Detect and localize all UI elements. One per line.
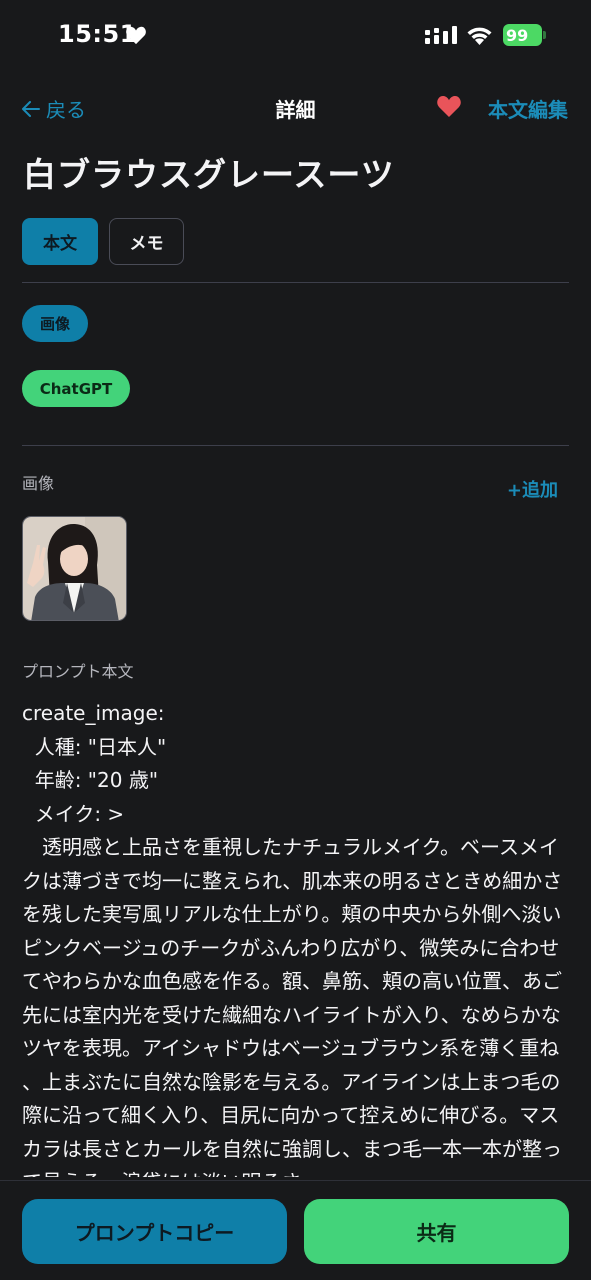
tab-body[interactable]: 本文 [22, 218, 98, 265]
battery-indicator: 99 [503, 24, 547, 46]
prompt-line: create_image: [22, 701, 165, 725]
type-tag: 画像 [22, 305, 88, 342]
prompt-body: create_image: 人種: "日本人" 年齢: "20 歳" メイク: … [22, 697, 570, 1177]
share-button[interactable]: 共有 [304, 1199, 569, 1264]
wifi-icon [467, 27, 492, 45]
prompt-line: 人種: "日本人" [22, 734, 167, 759]
tab-memo[interactable]: メモ [109, 218, 184, 265]
battery-cap [543, 31, 546, 39]
divider [22, 445, 569, 446]
back-label: 戻る [46, 98, 86, 122]
prompt-line: 年齢: "20 歳" [22, 768, 159, 792]
cellular-signal-icon [425, 26, 457, 44]
status-heart-icon [126, 26, 146, 45]
back-button[interactable]: 戻る [22, 94, 86, 123]
arrow-left-icon [22, 100, 40, 117]
portrait-photo [23, 517, 126, 620]
bottom-action-bar: プロンプトコピー 共有 [0, 1180, 591, 1280]
add-image-button[interactable]: +追加 [507, 476, 558, 502]
prompt-paragraph: 透明感と上品さを重視したナチュラルメイク。ベースメイクは薄づきで均一に整えられ、… [22, 835, 563, 1177]
prompt-section-label: プロンプト本文 [22, 662, 134, 681]
copy-prompt-button[interactable]: プロンプトコピー [22, 1199, 287, 1264]
navigation-bar: 戻る 詳細 本文編集 [0, 88, 591, 126]
image-thumbnail[interactable] [22, 516, 127, 621]
page-title: 白ブラウスグレースーツ [23, 155, 395, 194]
edit-body-button[interactable]: 本文編集 [488, 94, 568, 123]
favorite-heart-icon[interactable] [436, 94, 462, 118]
battery-body: 99 [503, 24, 542, 46]
images-section-label: 画像 [22, 474, 55, 493]
battery-level: 99 [506, 26, 529, 45]
prompt-line: メイク: > [22, 801, 125, 826]
divider [22, 282, 569, 283]
model-tag: ChatGPT [22, 370, 130, 407]
status-bar: 15:51 99 [0, 0, 591, 72]
